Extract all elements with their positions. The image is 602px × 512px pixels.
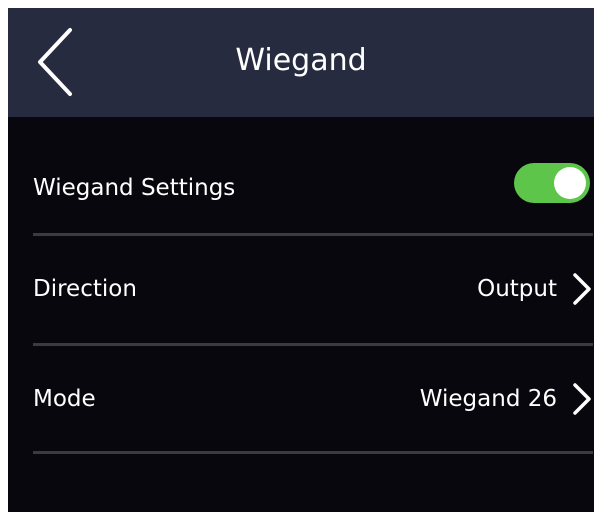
chevron-left-icon [38,28,72,96]
chevron-right-icon [571,272,593,306]
page-title: Wiegand [235,43,367,78]
header-bar: Wiegand [8,8,594,117]
direction-label: Direction [33,276,137,302]
back-button[interactable] [26,22,86,102]
wiegand-settings-label: Wiegand Settings [33,175,236,201]
direction-value-group: Output [477,244,593,334]
chevron-right-icon [571,382,593,416]
divider [33,343,593,346]
direction-row[interactable]: Direction Output [33,244,593,334]
mode-row[interactable]: Mode Wiegand 26 [33,354,593,444]
screen: Wiegand Wiegand Settings Direction Outpu… [8,8,594,512]
wiegand-settings-row: Wiegand Settings [33,143,593,233]
mode-value: Wiegand 26 [419,386,557,412]
toggle-knob [554,167,586,199]
mode-value-group: Wiegand 26 [420,354,593,444]
direction-value: Output [477,276,557,302]
divider [33,451,593,454]
wiegand-settings-toggle[interactable] [514,163,590,203]
mode-label: Mode [33,386,96,412]
divider [33,233,593,236]
